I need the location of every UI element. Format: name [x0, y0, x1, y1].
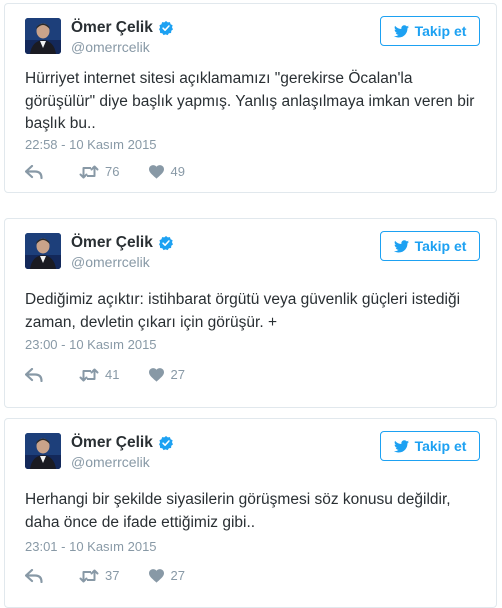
follow-button[interactable]: Takip et — [380, 231, 480, 261]
like-count: 27 — [170, 367, 185, 382]
reply-icon — [25, 568, 43, 583]
tweet-timestamp[interactable]: 23:00 - 10 Kasım 2015 — [25, 337, 157, 352]
tweet-text: Dediğimiz açıktır: istihbarat örgütü vey… — [25, 291, 461, 331]
twitter-bird-icon — [393, 24, 409, 37]
tweet-timestamp[interactable]: 22:58 - 10 Kasım 2015 — [25, 137, 157, 152]
retweet-button[interactable]: 37 — [79, 568, 119, 583]
retweet-icon — [79, 165, 99, 178]
like-button[interactable]: 27 — [149, 568, 185, 583]
tweet-card: Ömer Çelik @omerrcelik Takip et Hürriyet… — [4, 3, 497, 193]
author-name-row: Ömer Çelik — [71, 433, 174, 453]
verified-badge-icon — [158, 436, 173, 451]
follow-button-label: Takip et — [414, 438, 467, 454]
tweet-card: Ömer Çelik @omerrcelik Takip et Herhangi… — [4, 418, 497, 608]
author-name-row: Ömer Çelik — [71, 18, 174, 38]
retweet-count: 41 — [105, 367, 120, 382]
heart-icon — [149, 164, 165, 179]
reply-button[interactable] — [25, 367, 43, 382]
retweet-count: 76 — [105, 164, 120, 179]
tweet-text: Herhangi bir şekilde siyasilerin görüşme… — [25, 491, 451, 531]
follow-button[interactable]: Takip et — [380, 16, 480, 46]
author-handle[interactable]: @omerrcelik — [71, 254, 150, 270]
retweet-button[interactable]: 76 — [79, 164, 119, 179]
like-button[interactable]: 27 — [149, 367, 185, 382]
retweet-icon — [79, 569, 99, 582]
heart-icon — [149, 367, 165, 382]
reply-icon — [25, 367, 43, 382]
tweet-text: Hürriyet internet sitesi açıklamamızı "g… — [25, 70, 475, 132]
reply-button[interactable] — [25, 568, 43, 583]
follow-button[interactable]: Takip et — [380, 431, 480, 461]
tweet-actions: 41 27 — [25, 367, 185, 382]
follow-button-label: Takip et — [414, 238, 467, 254]
tweet-actions: 37 27 — [25, 568, 185, 583]
twitter-bird-icon — [393, 239, 409, 252]
like-button[interactable]: 49 — [149, 164, 185, 179]
follow-button-label: Takip et — [414, 23, 467, 39]
author-name-row: Ömer Çelik — [71, 233, 174, 253]
retweet-icon — [79, 368, 99, 381]
author-handle[interactable]: @omerrcelik — [71, 454, 150, 470]
reply-button[interactable] — [25, 164, 43, 179]
author-name[interactable]: Ömer Çelik — [71, 434, 153, 452]
tweet-timestamp[interactable]: 23:01 - 10 Kasım 2015 — [25, 539, 157, 554]
like-count: 27 — [170, 568, 185, 583]
tweet-actions: 76 49 — [25, 164, 185, 179]
reply-icon — [25, 164, 43, 179]
twitter-bird-icon — [393, 439, 409, 452]
avatar[interactable] — [25, 18, 61, 54]
heart-icon — [149, 568, 165, 583]
avatar[interactable] — [25, 433, 61, 469]
author-name[interactable]: Ömer Çelik — [71, 234, 153, 252]
author-handle[interactable]: @omerrcelik — [71, 39, 150, 55]
like-count: 49 — [170, 164, 185, 179]
avatar[interactable] — [25, 233, 61, 269]
verified-badge-icon — [158, 236, 173, 251]
retweet-button[interactable]: 41 — [79, 367, 119, 382]
author-name[interactable]: Ömer Çelik — [71, 19, 153, 37]
tweet-card: Ömer Çelik @omerrcelik Takip et Dediğimi… — [4, 218, 497, 408]
verified-badge-icon — [158, 21, 173, 36]
retweet-count: 37 — [105, 568, 120, 583]
